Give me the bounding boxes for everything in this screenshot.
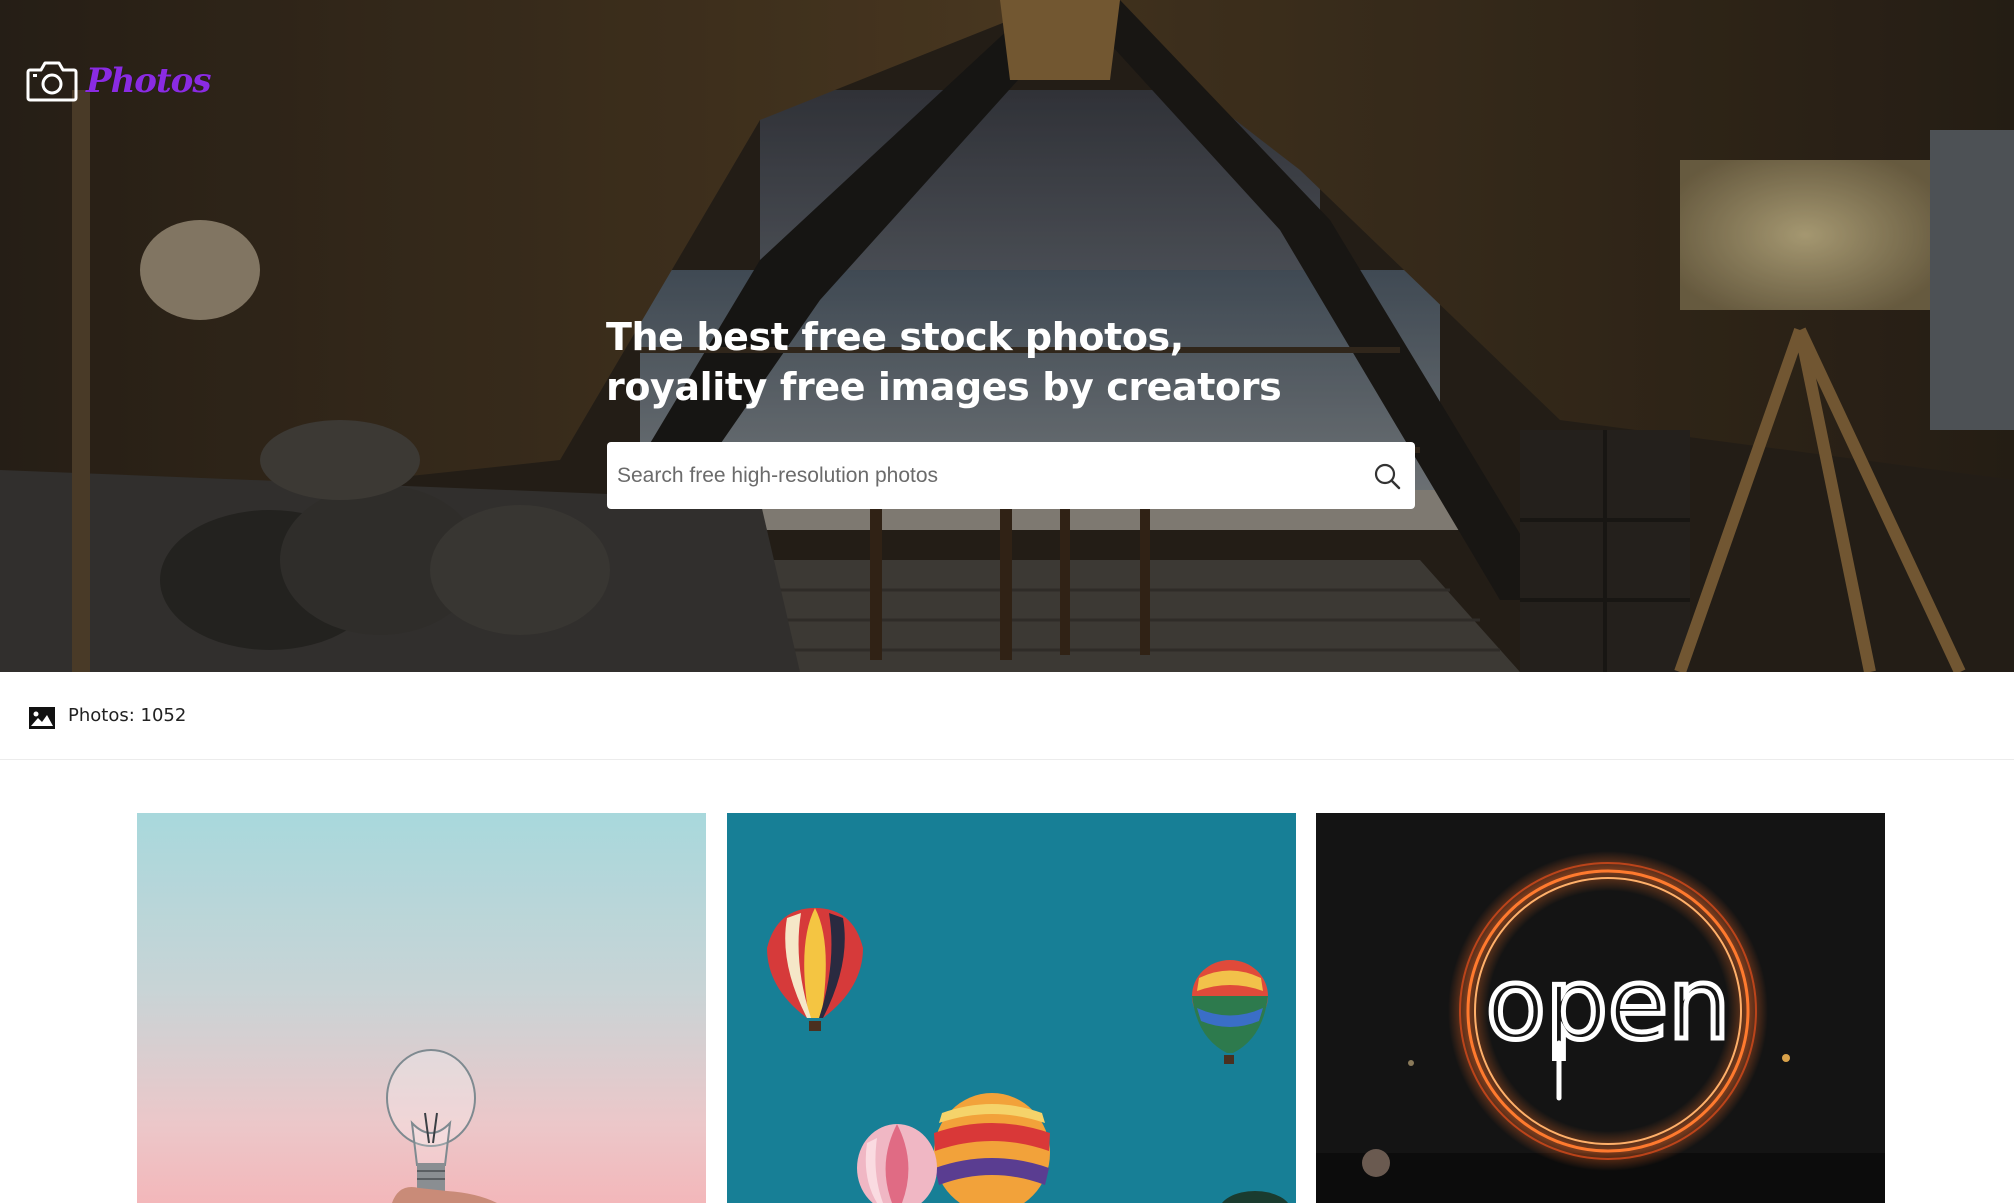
search-bar [607,442,1415,509]
search-button[interactable] [1359,442,1415,509]
search-icon [1374,463,1401,489]
lightbulb-image [137,813,706,1203]
hot-air-balloons-photo[interactable] [727,813,1296,1203]
hero-title: The best free stock photos, royality fre… [606,312,1326,412]
photo-count-label: Photos: 1052 [68,705,187,726]
lightbulb-photo[interactable] [137,813,706,1203]
photo-count-bar: Photos: 1052 [0,672,2014,760]
hero-title-line-1: The best free stock photos, [606,315,1184,359]
brand-name: Photos [86,61,211,101]
balloons-image [727,813,1296,1203]
hero-title-line-2: royality free images by creators [606,365,1282,409]
neon-sign-image: open [1316,813,1885,1203]
neon-sign-text: open [1486,948,1731,1062]
camera-icon [26,61,78,102]
neon-open-sign-photo[interactable]: open [1316,813,1885,1203]
image-icon [29,706,55,729]
search-input[interactable] [607,442,1359,509]
hero-banner: Photos The best free stock photos, royal… [0,0,2014,672]
brand-logo[interactable]: Photos [26,58,211,104]
